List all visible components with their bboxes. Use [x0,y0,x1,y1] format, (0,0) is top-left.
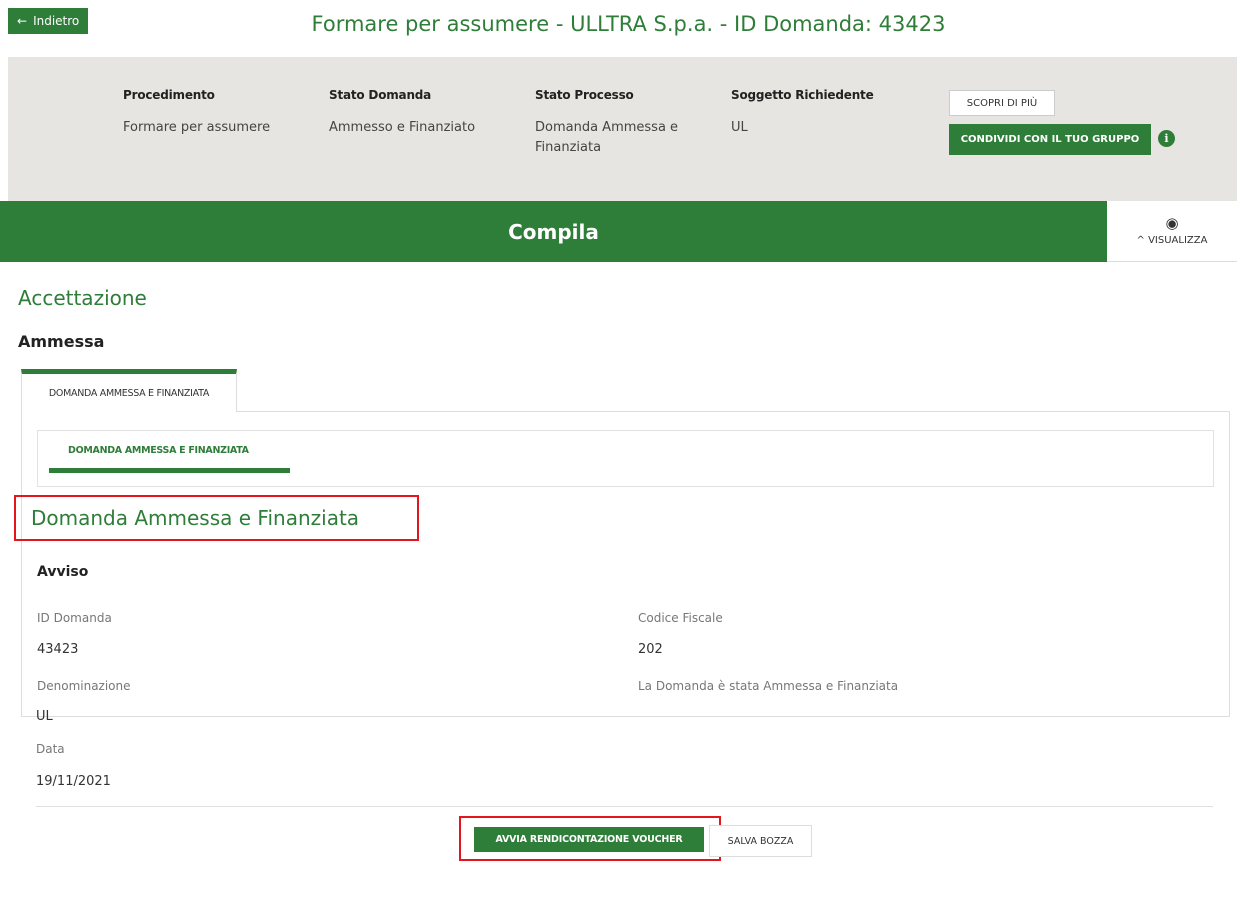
info-stato-domanda: Stato Domanda Ammesso e Finanziato [329,88,509,138]
visualizza-label: ^ VISUALIZZA [1137,235,1208,246]
info-label: Soggetto Richiedente [731,88,874,102]
info-stato-processo: Stato Processo Domanda Ammessa e Finanzi… [535,88,705,158]
codice-fiscale-value: 202 [638,642,663,657]
info-procedimento: Procedimento Formare per assumere [123,88,303,138]
info-soggetto-richiedente: Soggetto Richiedente UL [731,88,911,138]
codice-fiscale-label: Codice Fiscale [638,611,723,625]
group-title: Avviso [37,564,89,580]
info-label: Procedimento [123,88,215,102]
id-domanda-value: 43423 [37,642,79,657]
visualizza-toggle[interactable]: ◉ ^ VISUALIZZA [1107,201,1237,262]
info-icon[interactable]: i [1158,130,1175,147]
avvia-rendicontazione-button[interactable]: AVVIA RENDICONTAZIONE VOUCHER [474,827,704,852]
share-group-button[interactable]: CONDIVIDI CON IL TUO GRUPPO [949,124,1151,155]
scopri-di-piu-button[interactable]: SCOPRI DI PIÙ [949,90,1055,116]
data-label: Data [36,742,65,756]
info-label: Stato Processo [535,88,634,102]
info-value: Ammesso e Finanziato [329,120,476,135]
info-label: Stato Domanda [329,88,432,102]
info-value: Formare per assumere [123,120,271,135]
info-bar: Procedimento Formare per assumere Stato … [8,57,1237,201]
footer-divider [36,806,1213,807]
inner-tabbar: DOMANDA AMMESSA E FINANZIATA [37,430,1214,487]
visualizza-text: VISUALIZZA [1148,235,1208,246]
info-value: UL [731,120,748,135]
inner-tab-indicator [49,468,290,473]
content-panel: DOMANDA AMMESSA E FINANZIATA Domanda Amm… [14,411,1230,717]
inner-tab-domanda-ammessa[interactable]: DOMANDA AMMESSA E FINANZIATA [68,445,249,456]
tab-domanda-ammessa[interactable]: DOMANDA AMMESSA E FINANZIATA [21,369,237,412]
form-title: Domanda Ammessa e Finanziata [31,506,360,530]
page-title: Formare per assumere - ULLTRA S.p.a. - I… [311,12,946,36]
eye-icon: ◉ [1165,214,1179,232]
data-value: 19/11/2021 [36,774,111,789]
info-value: Domanda Ammessa e Finanziata [535,120,679,155]
status-message: La Domanda è stata Ammessa e Finanziata [638,679,899,693]
id-domanda-label: ID Domanda [37,611,112,625]
avvia-button-highlight: AVVIA RENDICONTAZIONE VOUCHER [459,816,721,861]
denominazione-label: Denominazione [37,679,131,693]
section-title: Accettazione [18,286,147,310]
chevron-up-icon: ^ [1136,235,1145,246]
denominazione-value: UL [36,709,53,724]
compila-bar: Compila [0,201,1107,262]
compila-label: Compila [508,219,599,244]
salva-bozza-button[interactable]: SALVA BOZZA [709,825,812,857]
form-title-highlight: Domanda Ammessa e Finanziata [14,495,419,541]
section-subtitle: Ammessa [18,332,105,351]
